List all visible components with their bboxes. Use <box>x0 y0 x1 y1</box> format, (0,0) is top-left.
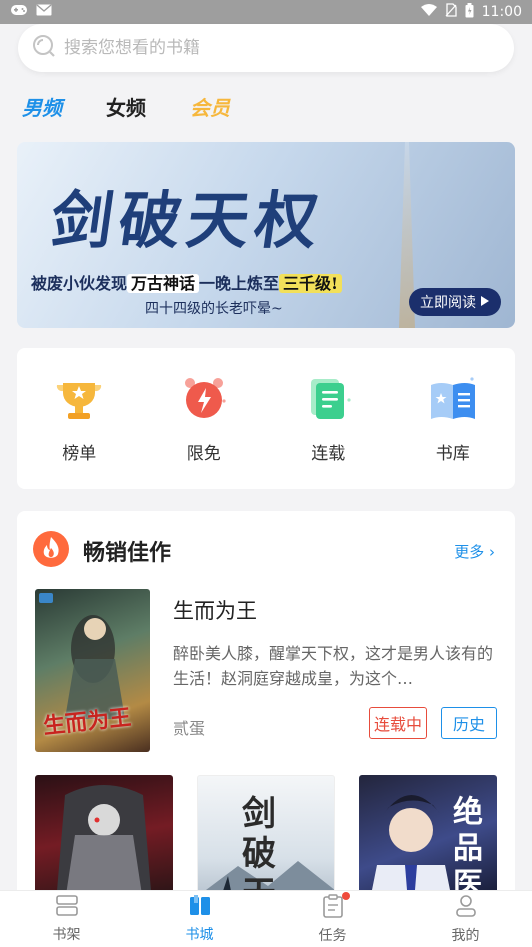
read-now-label: 立即阅读 <box>420 295 476 311</box>
status-badge: 连载中 <box>369 707 427 739</box>
more-link[interactable]: 更多 › <box>454 541 495 562</box>
section-title: 畅销佳作 <box>83 541 172 566</box>
bookshelf-icon <box>55 894 79 921</box>
quick-link-serial[interactable]: 连载 <box>283 373 373 464</box>
clock-time: 11:00 <box>481 4 522 20</box>
quick-link-library[interactable]: 书库 <box>408 373 498 464</box>
gamepad-icon <box>10 4 28 20</box>
trophy-icon <box>53 373 105 425</box>
tabbar-label: 书城 <box>185 926 214 943</box>
search-input[interactable] <box>64 38 464 58</box>
tab-vip[interactable]: 会员 <box>190 92 230 121</box>
tabbar-item-me[interactable]: 我的 <box>399 891 532 947</box>
more-label: 更多 <box>454 543 485 561</box>
no-sim-icon <box>445 3 457 21</box>
banner-title: 剑破天权 <box>46 184 329 257</box>
search-bar[interactable] <box>18 24 514 72</box>
featured-book[interactable]: 生而为王 生而为王 醉卧美人膝，醒掌天下权，这才是男人该有的生活！赵洞庭穿越成皇… <box>35 589 497 753</box>
quick-link-label: 限免 <box>186 444 221 464</box>
book-cover[interactable]: 生而为王 <box>35 589 150 752</box>
tabbar-item-bookshelf[interactable]: 书架 <box>0 891 133 947</box>
clipboard-icon <box>322 891 350 922</box>
quick-link-label: 连载 <box>311 444 346 464</box>
quick-link-label: 书库 <box>435 444 470 464</box>
tabbar-label: 书架 <box>52 926 81 943</box>
tabbar-item-tasks[interactable]: 任务 <box>266 891 399 947</box>
cover-title-art: 绝品医 <box>453 795 483 902</box>
book-author: 贰蛋 <box>173 719 206 738</box>
tab-female[interactable]: 女频 <box>106 92 146 121</box>
tab-male[interactable]: 男频 <box>22 92 62 121</box>
banner-subline: 四十四级的长老吓晕~ <box>145 301 283 317</box>
status-bar: 11:00 <box>0 0 532 24</box>
flame-icon <box>33 531 69 571</box>
tabbar-item-bookstore[interactable]: 书城 <box>133 891 266 947</box>
search-area <box>0 24 532 84</box>
notification-badge <box>341 891 350 900</box>
channel-tabs: 男频 女频 会员 <box>22 86 230 126</box>
read-now-button[interactable]: 立即阅读 <box>409 288 501 316</box>
book-description: 醉卧美人膝，醒掌天下权，这才是男人该有的生活！赵洞庭穿越成皇，为这个… <box>173 644 494 688</box>
chevron-right-icon: › <box>489 543 495 561</box>
banner-highlight-1: 万古神话 <box>127 274 200 293</box>
banner-tagline-mid: 一晚上炼至 <box>199 274 280 293</box>
wifi-icon <box>420 4 437 20</box>
quick-link-label: 榜单 <box>62 444 97 464</box>
banner-tagline: 被废小伙发现 万古神话 一晚上炼至 三千级! <box>31 270 343 294</box>
user-icon <box>455 894 477 922</box>
battery-icon <box>465 2 474 22</box>
tabbar-label: 我的 <box>451 927 480 944</box>
quick-link-ranking[interactable]: 榜单 <box>34 373 124 464</box>
promo-banner[interactable]: 剑破天权 被废小伙发现 万古神话 一晚上炼至 三千级! 四十四级的长老吓晕~ 立即阅读 <box>17 142 515 328</box>
bottom-tab-bar: 书架 书城 任务 我的 <box>0 890 532 947</box>
book-title[interactable]: 生而为王 <box>173 595 257 625</box>
play-arrow-icon <box>480 294 490 310</box>
mail-icon <box>36 4 52 20</box>
bestsellers-section: 畅销佳作 更多 › 生而为王 生而为王 醉卧美人膝，醒掌天下权，这才是男人该有的… <box>17 511 515 911</box>
banner-tagline-pre: 被废小伙发现 <box>31 274 128 293</box>
tabbar-label: 任务 <box>318 927 347 944</box>
open-book-icon <box>427 373 479 425</box>
quick-links: 榜单 限免 连载 书库 <box>17 348 515 489</box>
document-icon <box>302 373 354 425</box>
quick-link-free[interactable]: 限免 <box>159 373 249 464</box>
category-badge: 历史 <box>441 707 497 739</box>
alarm-clock-icon <box>178 373 230 425</box>
search-icon <box>32 34 56 62</box>
bookstore-icon <box>188 894 212 921</box>
section-header: 畅销佳作 <box>33 531 171 571</box>
banner-highlight-2: 三千级! <box>279 274 343 293</box>
